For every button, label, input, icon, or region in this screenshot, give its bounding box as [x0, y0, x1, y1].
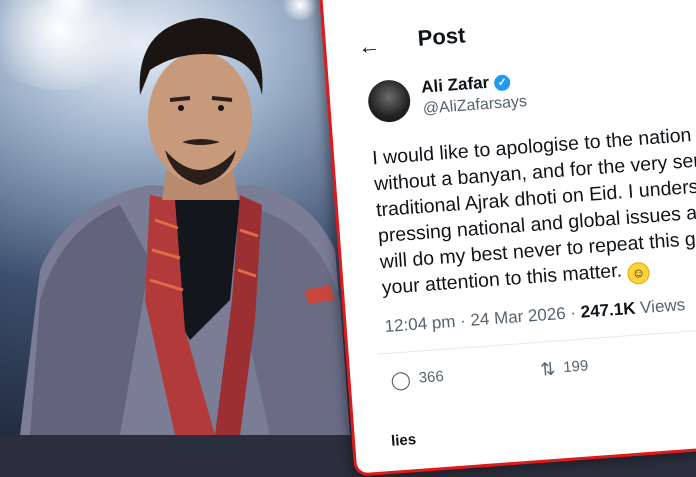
page-title: Post [416, 22, 467, 51]
verified-badge-icon: ✓ [493, 74, 511, 92]
reply-button[interactable]: ◯ 366 [390, 367, 445, 392]
tweet-meta: 12:04 pm · 24 Mar 2026 · 247.1K Views [384, 295, 686, 337]
reply-count: 366 [418, 367, 445, 387]
author-name[interactable]: Ali Zafar ✓ [421, 71, 511, 97]
arrow-left-icon[interactable]: ← [357, 33, 381, 61]
tweet-card-frame: ← Post Ali Zafar ✓ @AliZafarsays I would … [318, 0, 696, 477]
repost-count: 199 [562, 357, 589, 377]
tweet-text: I would like to apologise to the nation … [371, 116, 696, 303]
replies-section-fragment: lies [390, 431, 417, 450]
views-label: Views [639, 295, 686, 318]
repost-button[interactable]: ⇅ 199 [540, 356, 590, 380]
reply-icon: ◯ [389, 369, 412, 391]
author-handle[interactable]: @AliZafarsays [422, 93, 527, 119]
tweet-time[interactable]: 12:04 pm [384, 312, 456, 336]
avatar[interactable] [366, 78, 412, 124]
tweet-date[interactable]: 24 Mar 2026 [470, 304, 567, 330]
tweet-card: ← Post Ali Zafar ✓ @AliZafarsays I would … [318, 0, 696, 477]
innocent-face-emoji-icon: ☺ [626, 261, 651, 286]
repost-icon: ⇅ [539, 358, 557, 380]
view-count: 247.1K [580, 298, 637, 322]
